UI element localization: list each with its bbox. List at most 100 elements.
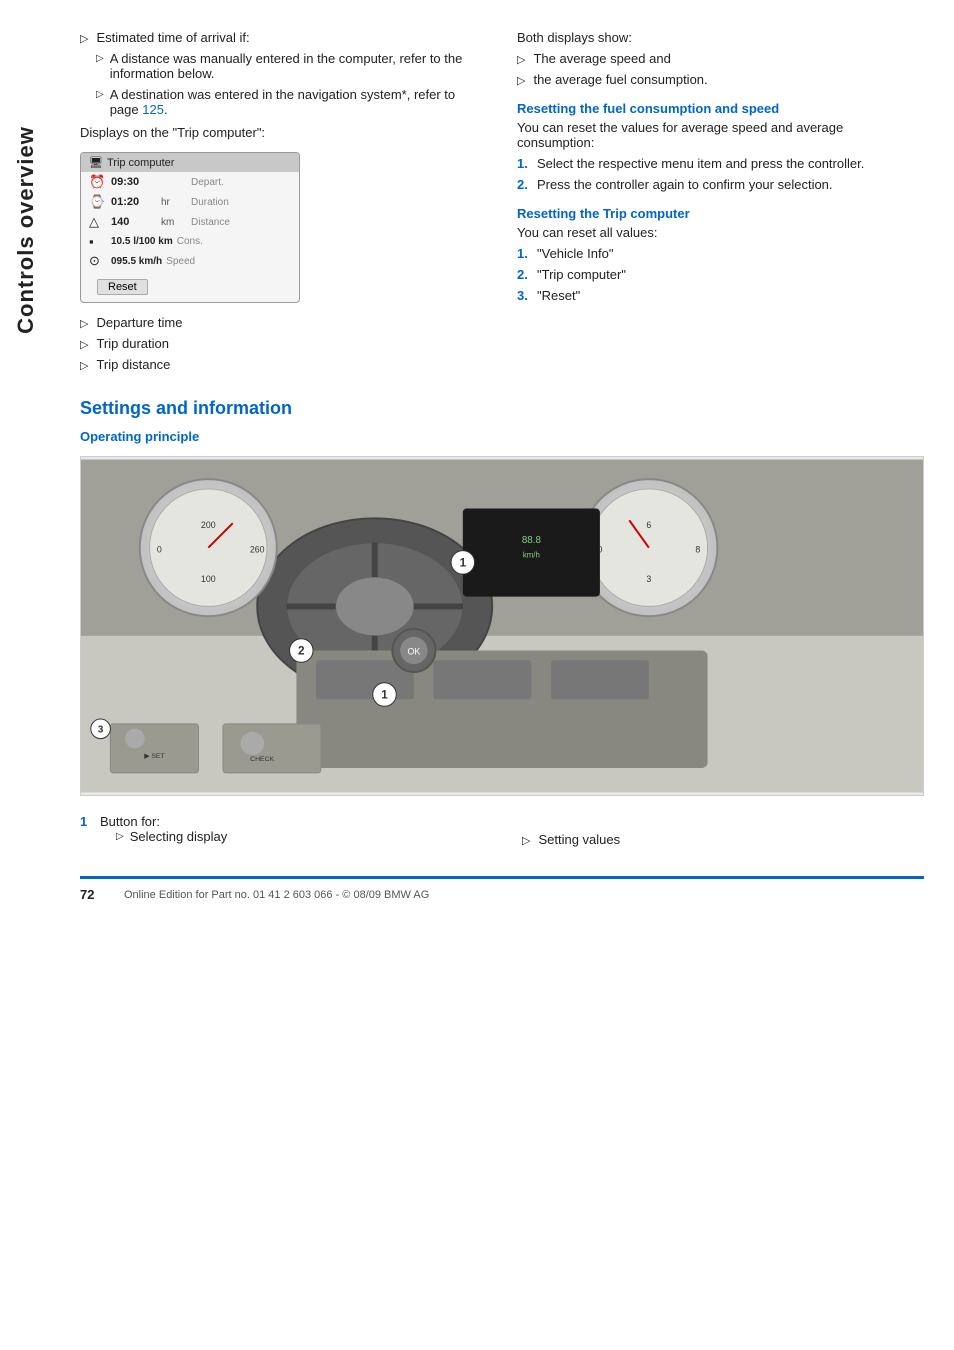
sub-arrow-1: ▷ <box>96 53 104 64</box>
operating-principle-heading: Operating principle <box>80 429 924 444</box>
trip-step-1: 1. "Vehicle Info" <box>517 246 924 261</box>
fuel-step-1-num: 1. <box>517 156 531 171</box>
trip-row-cons: ▪ 10.5 l/100 km Cons. <box>81 232 299 251</box>
fuel-step-1-text: Select the respective menu item and pres… <box>537 156 864 171</box>
svg-text:3: 3 <box>98 725 104 736</box>
svg-text:0: 0 <box>157 545 162 555</box>
both-displays-label: Both displays show: <box>517 30 924 45</box>
cap-select-text: Selecting display <box>130 829 228 844</box>
svg-text:3: 3 <box>646 574 651 584</box>
trip-icon: 🖥 <box>89 156 103 169</box>
trip-title-bar: 🖥 Trip computer <box>81 153 299 172</box>
duration-bullet: ▷ Trip duration <box>80 336 487 351</box>
trip-step-2-num: 2. <box>517 267 531 282</box>
avg-fuel-bullet: ▷ the average fuel consumption. <box>517 72 924 87</box>
distance-value: 140 <box>111 216 161 228</box>
fuel-steps: 1. Select the respective menu item and p… <box>517 156 924 192</box>
avg-fuel-text: the average fuel consumption. <box>533 72 707 87</box>
sub-bullet-2: ▷ A destination was entered in the navig… <box>80 87 487 117</box>
trip-step-3-text: "Reset" <box>537 288 580 303</box>
trip-reset-bar: Reset <box>89 275 291 298</box>
cons-value: 10.5 l/100 km <box>111 236 173 247</box>
tdist-arrow: ▷ <box>80 359 88 372</box>
fuel-step-1: 1. Select the respective menu item and p… <box>517 156 924 171</box>
avg-arrow-1: ▷ <box>517 53 525 66</box>
dashboard-svg: 200 100 0 260 6 3 0 8 88.8 km/h <box>81 457 923 795</box>
svg-text:CHECK: CHECK <box>250 756 274 763</box>
dur-arrow: ▷ <box>80 338 88 351</box>
cap-arrow-1: ▷ <box>116 831 124 842</box>
speed-label: Speed <box>166 256 195 267</box>
svg-text:km/h: km/h <box>523 550 540 559</box>
footer-text: Online Edition for Part no. 01 41 2 603 … <box>124 889 429 901</box>
settings-heading: Settings and information <box>80 398 924 419</box>
cap-setting-text: Setting values <box>538 832 620 847</box>
caption-right-bullet: ▷ Setting values <box>522 832 924 847</box>
svg-text:200: 200 <box>201 520 216 530</box>
sub-bullet-2-text: A destination was entered in the navigat… <box>110 87 487 117</box>
trip-step-2-text: "Trip computer" <box>537 267 626 282</box>
fuel-step-2-text: Press the controller again to confirm yo… <box>537 177 833 192</box>
fuel-intro: You can reset the values for average spe… <box>517 120 924 150</box>
avg-speed-bullet: ▷ The average speed and <box>517 51 924 66</box>
caption-right: ▷ Setting values <box>522 814 924 856</box>
intro-bullet: ▷ Estimated time of arrival if: <box>80 30 487 45</box>
svg-text:1: 1 <box>460 556 467 569</box>
svg-text:OK: OK <box>408 646 421 656</box>
distance-unit: km <box>161 217 191 228</box>
trip-step-2: 2. "Trip computer" <box>517 267 924 282</box>
trip-step-3-num: 3. <box>517 288 531 303</box>
svg-text:2: 2 <box>298 644 305 657</box>
svg-text:▶ SET: ▶ SET <box>144 753 165 760</box>
tripdist-bullet: ▷ Trip distance <box>80 357 487 372</box>
displays-label: Displays on the "Trip computer": <box>80 125 487 140</box>
cons-label: Cons. <box>177 236 203 247</box>
trip-title: Trip computer <box>107 157 174 169</box>
trip-row-depart: ⏰ 09:30 Depart. <box>81 172 299 192</box>
bullet-arrow-1: ▷ <box>80 32 88 45</box>
svg-text:100: 100 <box>201 574 216 584</box>
speed-icon: ⊙ <box>89 253 111 269</box>
trip-steps: 1. "Vehicle Info" 2. "Trip computer" 3. … <box>517 246 924 303</box>
sub-bullet-1-text: A distance was manually entered in the c… <box>110 51 487 81</box>
departure-bullet: ▷ Departure time <box>80 315 487 330</box>
trip-row-speed: ⊙ 095.5 km/h Speed <box>81 251 299 271</box>
trip-section-heading: Resetting the Trip computer <box>517 206 924 221</box>
trip-step-3: 3. "Reset" <box>517 288 924 303</box>
dur-text: Trip duration <box>96 336 169 351</box>
reset-button[interactable]: Reset <box>97 279 148 295</box>
intro-bullet-text: Estimated time of arrival if: <box>96 30 249 45</box>
left-column: ▷ Estimated time of arrival if: ▷ A dist… <box>80 30 487 378</box>
cons-icon: ▪ <box>89 234 111 249</box>
caption-left: 1 Button for: ▷ Selecting display <box>80 814 482 856</box>
page-link[interactable]: 125 <box>142 102 164 117</box>
distance-icon: △ <box>89 214 111 230</box>
caption-1-item: 1 Button for: ▷ Selecting display <box>80 814 482 850</box>
dep-text: Departure time <box>96 315 182 330</box>
svg-text:8: 8 <box>695 545 700 555</box>
main-content: ▷ Estimated time of arrival if: ▷ A dist… <box>60 0 954 932</box>
duration-icon: ⌚ <box>89 194 111 210</box>
sidebar-label: Controls overview <box>0 60 52 400</box>
fuel-step-2: 2. Press the controller again to confirm… <box>517 177 924 192</box>
svg-text:1: 1 <box>381 688 388 701</box>
trip-step-1-text: "Vehicle Info" <box>537 246 613 261</box>
speed-value: 095.5 km/h <box>111 256 162 267</box>
duration-label: Duration <box>191 197 229 208</box>
page-footer: 72 Online Edition for Part no. 01 41 2 6… <box>80 876 924 902</box>
sidebar-label-text: Controls overview <box>13 126 39 334</box>
dep-arrow: ▷ <box>80 317 88 330</box>
sub-arrow-2: ▷ <box>96 89 104 100</box>
duration-unit: hr <box>161 197 191 208</box>
tdist-text: Trip distance <box>96 357 170 372</box>
trip-step-1-num: 1. <box>517 246 531 261</box>
depart-value: 09:30 <box>111 176 161 188</box>
trip-row-duration: ⌚ 01:20 hr Duration <box>81 192 299 212</box>
caption-1-num: 1 <box>80 814 94 829</box>
caption-1-label: Button for: <box>100 814 227 829</box>
fuel-step-2-num: 2. <box>517 177 531 192</box>
depart-label: Depart. <box>191 177 224 188</box>
dashboard-image: 200 100 0 260 6 3 0 8 88.8 km/h <box>80 456 924 796</box>
caption-1-bullet: ▷ Selecting display <box>100 829 227 844</box>
page-number: 72 <box>80 887 108 902</box>
